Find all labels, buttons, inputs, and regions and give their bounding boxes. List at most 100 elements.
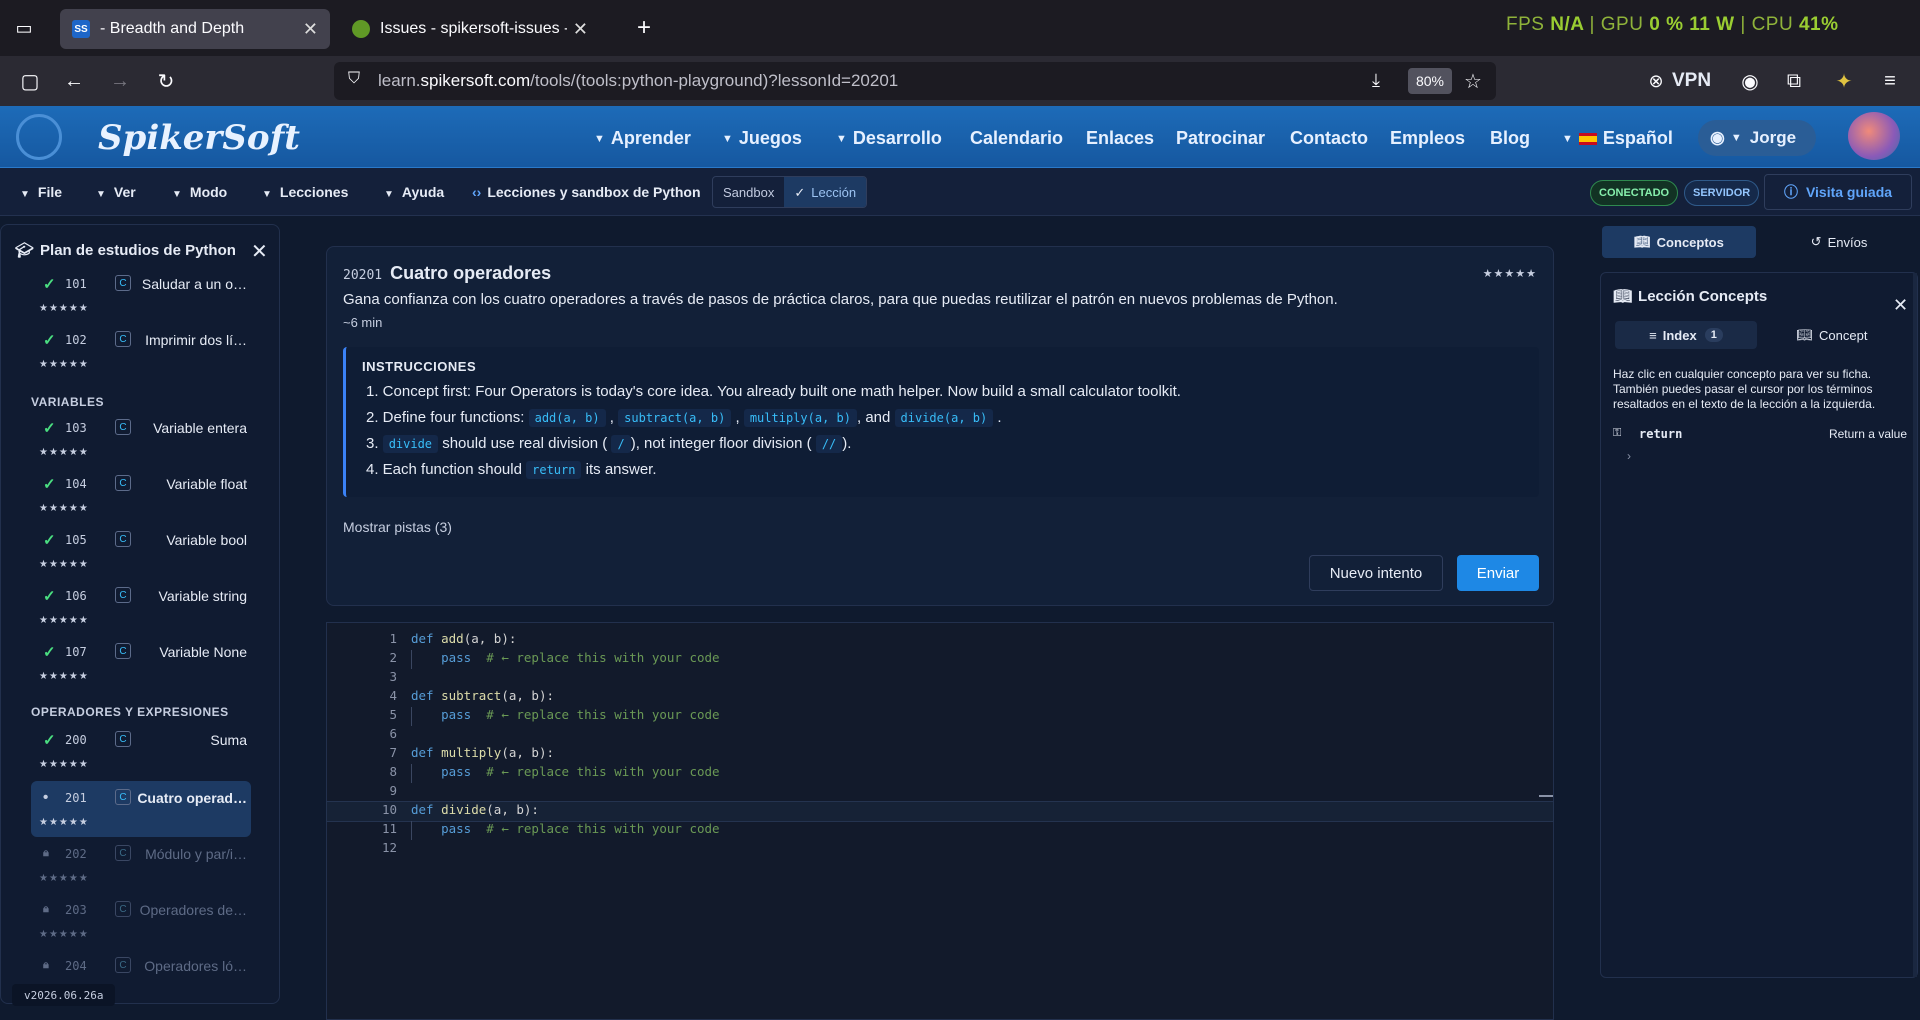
history-icon: ↺ [1810, 234, 1822, 249]
retry-button[interactable]: Nuevo intento [1309, 555, 1443, 591]
code-line[interactable]: 7 def multiply(a, b): [327, 745, 1553, 764]
code-line[interactable]: 1 def add(a, b): [327, 631, 1553, 650]
code-line[interactable]: 4 def subtract(a, b): [327, 688, 1553, 707]
code-term[interactable]: / [611, 435, 631, 453]
version-label: v2026.06.26a [12, 984, 116, 1006]
menu-lecciones[interactable]: ▼ Lecciones [262, 184, 348, 200]
code-term[interactable]: divide [382, 435, 439, 453]
sidebar-lesson-107[interactable]: ✓ 107 C Variable None ★★★★★ [31, 635, 251, 691]
sidebar-lesson-200[interactable]: ✓ 200 C Suma ★★★★★ [31, 723, 251, 779]
code-term[interactable]: divide(a, b) [894, 409, 994, 427]
mode-lesson-button[interactable]: ✓ Lección [784, 177, 867, 207]
vpn-label[interactable]: VPN [1672, 70, 1711, 92]
logo-ring-icon[interactable] [16, 114, 62, 160]
editor-scroll-marker[interactable] [1539, 795, 1553, 797]
concept-item-return[interactable]: ⚿ return Return a value [1613, 425, 1907, 445]
mode-sandbox-button[interactable]: Sandbox [713, 177, 784, 207]
code-term[interactable]: add(a, b) [528, 409, 606, 427]
gpu-watts: 11 W [1689, 14, 1735, 35]
code-editor[interactable]: 1 def add(a, b): 2 pass # ← replace this w… [326, 622, 1554, 1020]
code-term[interactable]: subtract(a, b) [618, 409, 732, 427]
code-line[interactable]: 11 pass # ← replace this with your code [327, 821, 1553, 840]
menu-language[interactable]: ▼ Español [1562, 128, 1673, 149]
code-line[interactable]: 2 pass # ← replace this with your code [327, 650, 1553, 669]
mascot-avatar[interactable] [1848, 112, 1900, 160]
lesson-rating-stars[interactable]: ★★★★★ [1483, 267, 1537, 280]
extension-badge-icon[interactable]: ✦ [1828, 65, 1860, 97]
tab-submissions[interactable]: ↺ Envíos [1762, 226, 1916, 258]
new-tab-icon[interactable]: + [628, 12, 660, 44]
lesson-number: 105 [65, 533, 87, 547]
account-icon[interactable]: ◉ [1734, 65, 1766, 97]
code-term[interactable]: multiply(a, b) [743, 409, 857, 427]
menu-modo[interactable]: ▼ Modo [172, 184, 227, 200]
sidebar-lesson-105[interactable]: ✓ 105 C Variable bool ★★★★★ [31, 523, 251, 579]
close-icon[interactable]: ✕ [303, 19, 318, 40]
menu-enlaces[interactable]: Enlaces [1086, 128, 1154, 149]
code-line[interactable]: 12 [327, 840, 1553, 859]
close-icon[interactable]: ✕ [251, 239, 268, 264]
lesson-number: 203 [65, 903, 87, 917]
code-line[interactable]: 8 pass # ← replace this with your code [327, 764, 1553, 783]
sidebar-lesson-101[interactable]: ✓ 101 C Saludar a un o… ★★★★★ [31, 267, 251, 323]
chevron-down-icon: ▼ [262, 189, 272, 200]
menu-patrocinar[interactable]: Patrocinar [1176, 128, 1265, 149]
zoom-level[interactable]: 80% [1408, 68, 1452, 94]
bookmark-star-icon[interactable]: ☆ [1464, 69, 1482, 94]
line-number: 1 [389, 631, 397, 646]
code-line[interactable]: 5 pass # ← replace this with your code [327, 707, 1553, 726]
lesson-id: 20201 [343, 268, 383, 283]
code-lesson-icon: C [115, 419, 131, 435]
menu-file[interactable]: ▼ File [20, 184, 62, 200]
code-line[interactable]: 3 [327, 669, 1553, 688]
menu-desarrollo[interactable]: ▼ Desarrollo [836, 128, 942, 149]
sidebar-toggle-icon[interactable]: ▢ [14, 65, 46, 97]
help-text: Haz clic en cualquier concepto para ver … [1613, 367, 1876, 411]
code-line[interactable]: 10 def divide(a, b): [326, 801, 1554, 822]
menu-ver[interactable]: ▼ Ver [96, 184, 136, 200]
scrollbar[interactable] [1913, 273, 1917, 977]
tab-breadth-and-depth[interactable]: SS - Breadth and Depth ✕ [60, 9, 330, 49]
menu-ayuda[interactable]: ▼ Ayuda [384, 184, 444, 200]
user-menu[interactable]: ◉ ▼ Jorge [1698, 120, 1816, 156]
sidebar-lesson-104[interactable]: ✓ 104 C Variable float ★★★★★ [31, 467, 251, 523]
menu-contacto[interactable]: Contacto [1290, 128, 1368, 149]
back-icon[interactable]: ← [58, 65, 90, 97]
url-bar[interactable]: ⛉ learn. spikersoft.com/tools/(tools:pyth… [334, 62, 1496, 100]
reload-icon[interactable]: ↻ [150, 65, 182, 97]
close-icon[interactable]: ✕ [1893, 295, 1908, 316]
tab-list-icon[interactable]: ▭ [8, 12, 40, 44]
subtab-index[interactable]: ≡ Index 1 [1615, 321, 1757, 349]
menu-empleos[interactable]: Empleos [1390, 128, 1465, 149]
indent-guide [411, 821, 412, 840]
sidebar-lesson-103[interactable]: ✓ 103 C Variable entera ★★★★★ [31, 411, 251, 467]
sidebar-lesson-102[interactable]: ✓ 102 C Imprimir dos lí… ★★★★★ [31, 323, 251, 379]
menu-icon[interactable]: ≡ [1874, 65, 1906, 97]
site-logo[interactable]: SpikerSoft [98, 118, 300, 158]
menu-blog[interactable]: Blog [1490, 128, 1530, 149]
code-term[interactable]: return [526, 461, 582, 479]
vpn-icon[interactable]: ⊗ [1640, 65, 1672, 97]
extensions-icon[interactable]: ⧉ [1778, 65, 1810, 97]
code-term[interactable]: // [815, 435, 843, 453]
subtab-concept[interactable]: 📖︎ Concept [1761, 321, 1903, 349]
forward-icon[interactable]: → [104, 65, 136, 97]
sidebar-lesson-201[interactable]: • 201 C Cuatro operad… ★★★★★ [31, 781, 251, 837]
sidebar-lesson-106[interactable]: ✓ 106 C Variable string ★★★★★ [31, 579, 251, 635]
lock-icon: 🔒︎ [43, 847, 49, 859]
menu-calendario[interactable]: Calendario [970, 128, 1063, 149]
guided-tour-button[interactable]: ⓘ Visita guiada [1764, 174, 1912, 210]
tab-gitea-issues[interactable]: Issues - spikersoft-issues - Gitea ✕ [340, 9, 600, 49]
menu-aprender[interactable]: ▼ Aprender [594, 128, 691, 149]
close-icon[interactable]: ✕ [573, 19, 588, 40]
show-hints-link[interactable]: Mostrar pistas (3) [343, 519, 452, 535]
code-line[interactable]: 6 [327, 726, 1553, 745]
download-icon[interactable]: ⤓ [1372, 70, 1380, 91]
tab-concepts[interactable]: 📖︎ Conceptos [1602, 226, 1756, 258]
menu-juegos[interactable]: ▼ Juegos [722, 128, 802, 149]
code-line[interactable]: 9 [327, 783, 1553, 802]
submit-button[interactable]: Enviar [1457, 555, 1539, 591]
check-icon: ✓ [43, 532, 56, 549]
chevron-right-icon[interactable]: › [1627, 449, 1631, 463]
chevron-down-icon: ▼ [1562, 133, 1573, 145]
